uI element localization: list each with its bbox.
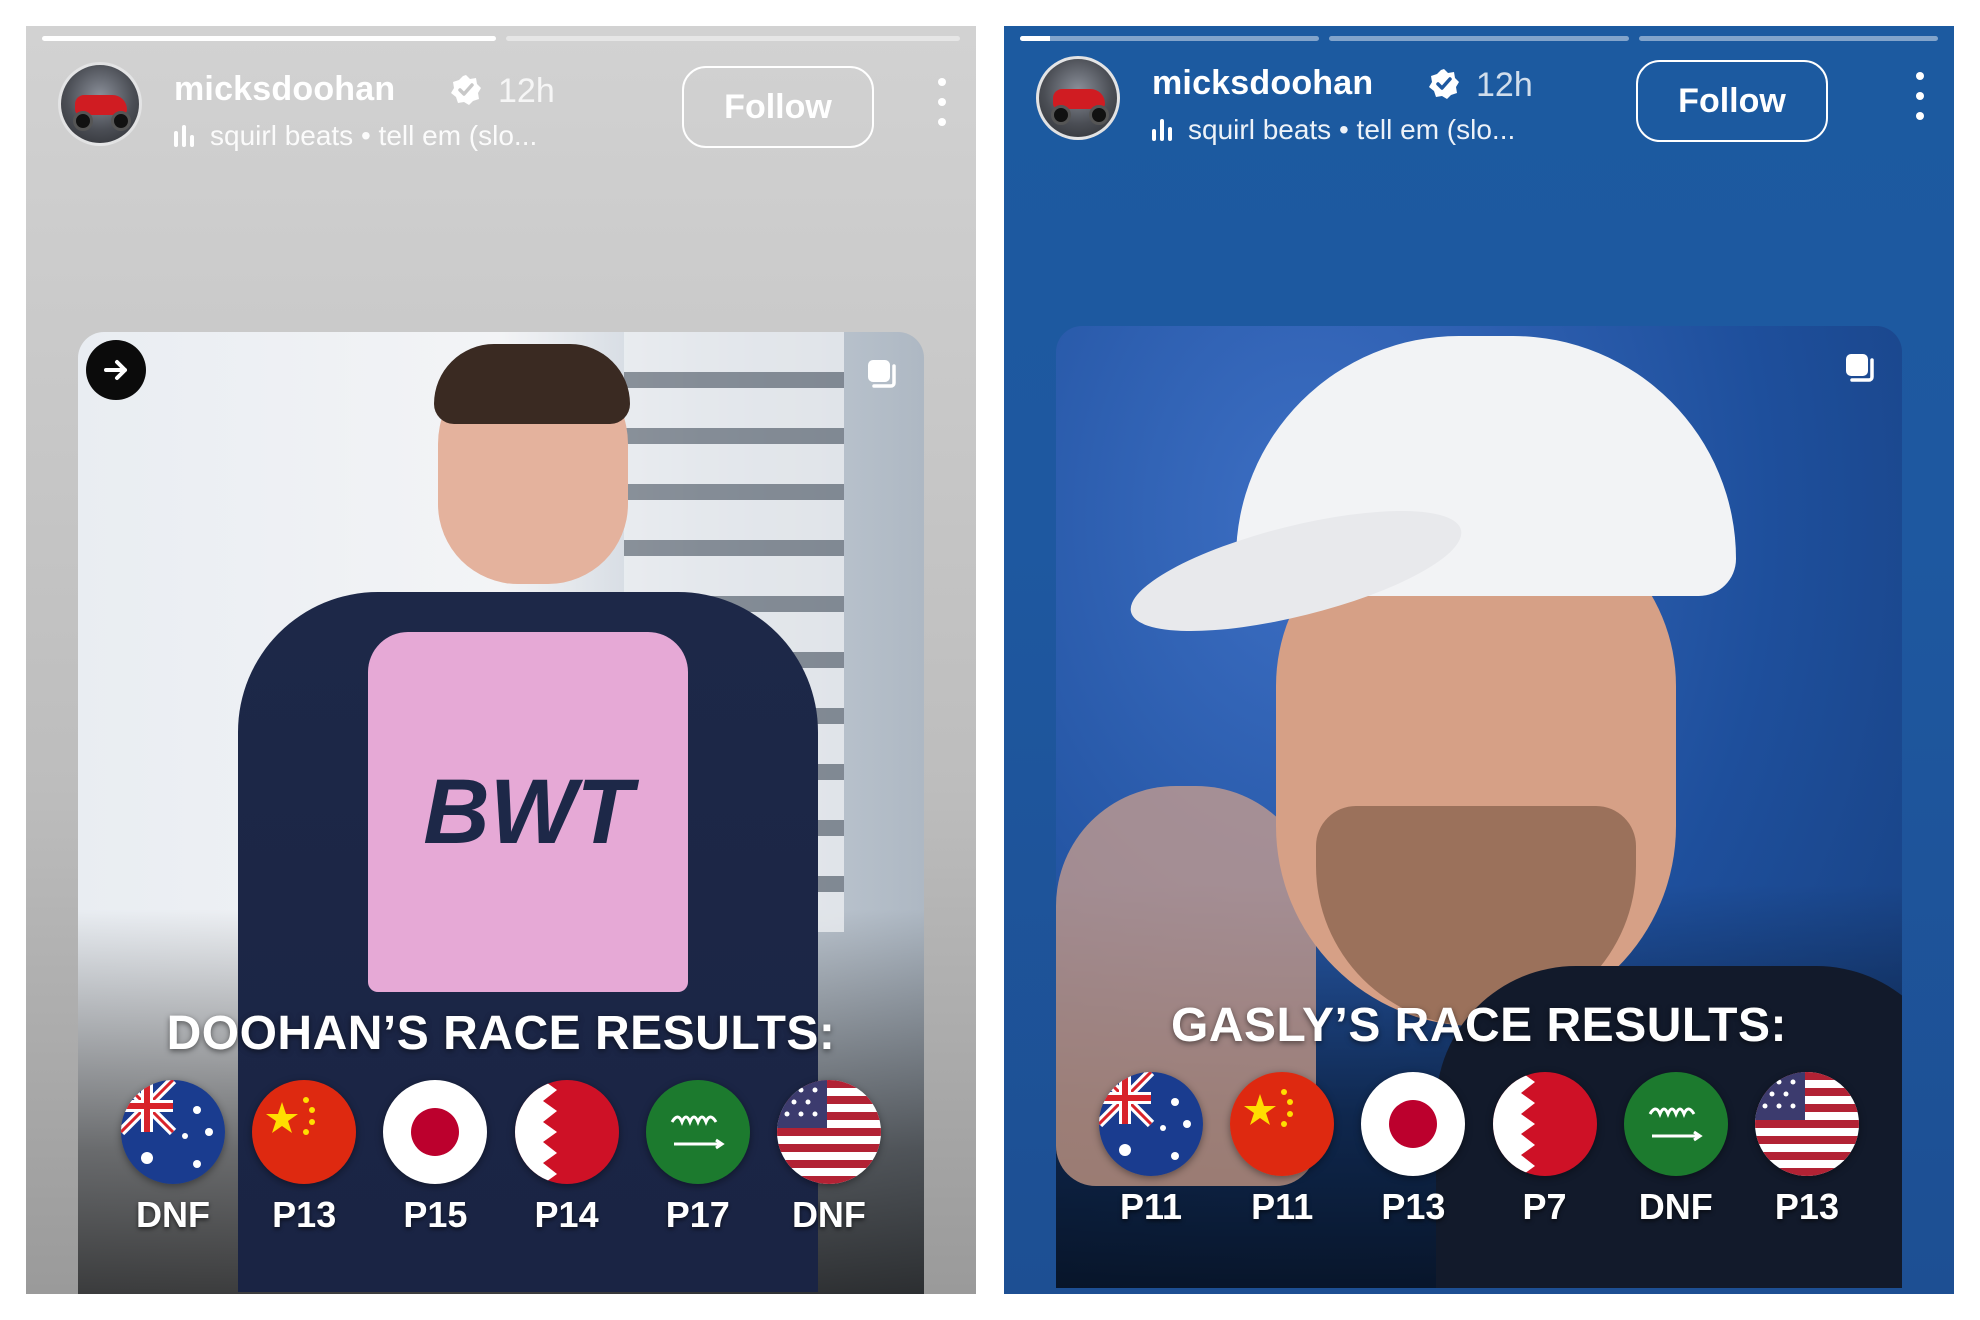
music-label[interactable]: squirl beats • tell em (slo... [174, 120, 537, 152]
multiple-posts-icon [868, 360, 896, 388]
china-flag-icon [1230, 1072, 1335, 1176]
result-label: P17 [665, 1194, 730, 1235]
avatar[interactable] [58, 62, 142, 146]
result-label: DNF [1638, 1186, 1713, 1227]
result-label: P7 [1522, 1186, 1567, 1227]
follow-button[interactable]: Follow [682, 66, 874, 148]
results-title: DOOHAN’S RACE RESULTS: [166, 1007, 836, 1060]
time-ago: 12h [498, 72, 555, 110]
result-item: P13 [1358, 1072, 1468, 1228]
driver-hair [434, 344, 630, 424]
result-item: DNF [774, 1080, 884, 1236]
result-item: P13 [249, 1080, 359, 1236]
multiple-posts-icon [1846, 354, 1874, 382]
result-item: P15 [380, 1080, 490, 1236]
results-row: DNF P13 P15 P14 P17 DNF [118, 1080, 884, 1236]
post-card[interactable]: BWT DOOHAN’S RACE RESULTS: DNF P13 P15 P1… [78, 332, 924, 1294]
result-label: P13 [272, 1194, 337, 1235]
story-progress [1020, 36, 1938, 41]
result-item: P11 [1096, 1072, 1206, 1228]
avatar[interactable] [1036, 56, 1120, 140]
bahrain-flag-icon [1492, 1072, 1597, 1176]
result-label: P14 [534, 1194, 599, 1235]
usa-flag-icon [1754, 1072, 1859, 1176]
result-item: DNF [1621, 1072, 1731, 1228]
result-item: P11 [1227, 1072, 1337, 1228]
story-doohan[interactable]: micksdoohan 12h squirl beats • tell em (… [26, 26, 976, 1294]
result-label: P13 [1381, 1186, 1446, 1227]
result-label: P13 [1774, 1186, 1839, 1227]
follow-button[interactable]: Follow [1636, 60, 1828, 142]
japan-flag-icon [1361, 1072, 1466, 1176]
time-ago: 12h [1476, 66, 1533, 104]
saudi-arabia-flag-icon [645, 1080, 750, 1184]
verified-badge-icon [451, 75, 481, 105]
arrow-right-icon[interactable] [86, 340, 146, 400]
china-flag-icon [252, 1080, 357, 1184]
result-label: DNF [791, 1194, 866, 1235]
music-text: squirl beats • tell em (slo... [1188, 114, 1516, 145]
bahrain-flag-icon [514, 1080, 619, 1184]
story-progress [42, 36, 960, 41]
progress-segment [42, 36, 496, 41]
saudi-arabia-flag-icon [1623, 1072, 1728, 1176]
progress-segment [1329, 36, 1629, 41]
more-options-icon[interactable] [1910, 66, 1930, 126]
music-bars-icon [174, 125, 200, 147]
more-options-icon[interactable] [932, 72, 952, 132]
verified-badge-icon [1429, 69, 1459, 99]
usa-flag-icon [776, 1080, 881, 1184]
result-item: P14 [512, 1080, 622, 1236]
username[interactable]: micksdoohan [1152, 64, 1373, 103]
result-item: P13 [1752, 1072, 1862, 1228]
results-title: GASLY’S RACE RESULTS: [1171, 999, 1787, 1052]
result-label: P11 [1251, 1186, 1314, 1227]
progress-segment [506, 36, 960, 41]
music-text: squirl beats • tell em (slo... [210, 120, 538, 151]
australia-flag-icon [121, 1080, 225, 1184]
post-card[interactable]: GASLY’S RACE RESULTS: P11 P11 P13 P7 DNF … [1056, 326, 1902, 1288]
progress-segment [1638, 36, 1938, 41]
result-label: DNF [136, 1194, 210, 1235]
results-row: P11 P11 P13 P7 DNF P13 [1096, 1072, 1862, 1228]
story-header: micksdoohan 12h squirl beats • tell em (… [1036, 56, 1930, 156]
username[interactable]: micksdoohan [174, 70, 395, 109]
result-label: P11 [1119, 1186, 1183, 1227]
sponsor-logo: BWT [423, 761, 633, 863]
music-label[interactable]: squirl beats • tell em (slo... [1152, 114, 1515, 146]
japan-flag-icon [383, 1080, 488, 1184]
result-label: P15 [403, 1194, 468, 1235]
progress-segment [1020, 36, 1320, 41]
story-header: micksdoohan 12h squirl beats • tell em (… [58, 62, 952, 162]
result-item: P7 [1490, 1072, 1600, 1228]
result-item: DNF [118, 1080, 228, 1236]
story-gasly[interactable]: micksdoohan 12h squirl beats • tell em (… [1004, 26, 1954, 1294]
australia-flag-icon [1099, 1072, 1203, 1176]
result-item: P17 [643, 1080, 753, 1236]
music-bars-icon [1152, 119, 1178, 141]
